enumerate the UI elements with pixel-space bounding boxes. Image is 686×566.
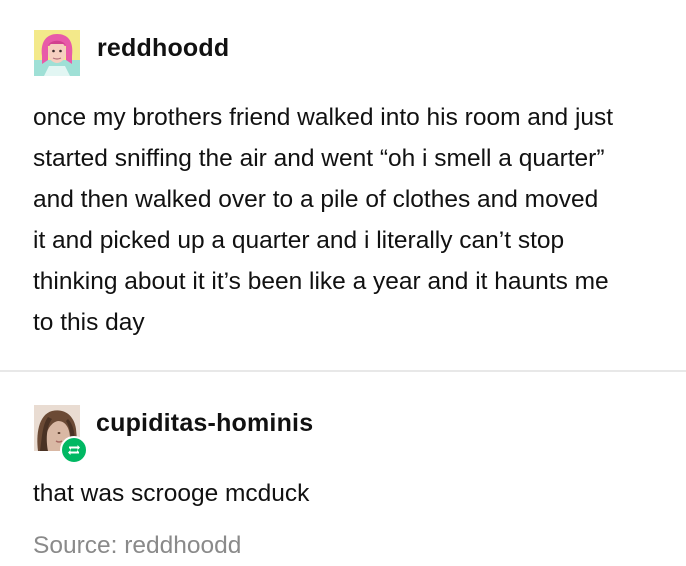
post-body-line: started sniffing the air and went “oh i …	[33, 145, 605, 172]
post-username[interactable]: reddhoodd	[97, 34, 229, 63]
reblog-body-line: that was scrooge mcduck	[33, 480, 310, 507]
reblog-body: that was scrooge mcduck	[33, 473, 309, 514]
post-body: once my brothers friend walked into his …	[33, 97, 613, 343]
post-body-line: and then walked over to a pile of clothe…	[33, 186, 599, 213]
reblog-icon	[60, 436, 88, 464]
post-body-line: thinking about it it’s been like a year …	[33, 268, 609, 295]
post-body-line: to this day	[33, 309, 145, 336]
source-link[interactable]: Source: reddhoodd	[33, 528, 241, 564]
post-body-line: it and picked up a quarter and i literal…	[33, 227, 565, 254]
pink-hair-avatar-icon[interactable]	[34, 30, 80, 76]
reblog-username[interactable]: cupiditas-hominis	[96, 409, 313, 438]
original-post: reddhoodd once my brothers friend walked…	[0, 0, 686, 370]
post-body-line: once my brothers friend walked into his …	[33, 104, 614, 131]
